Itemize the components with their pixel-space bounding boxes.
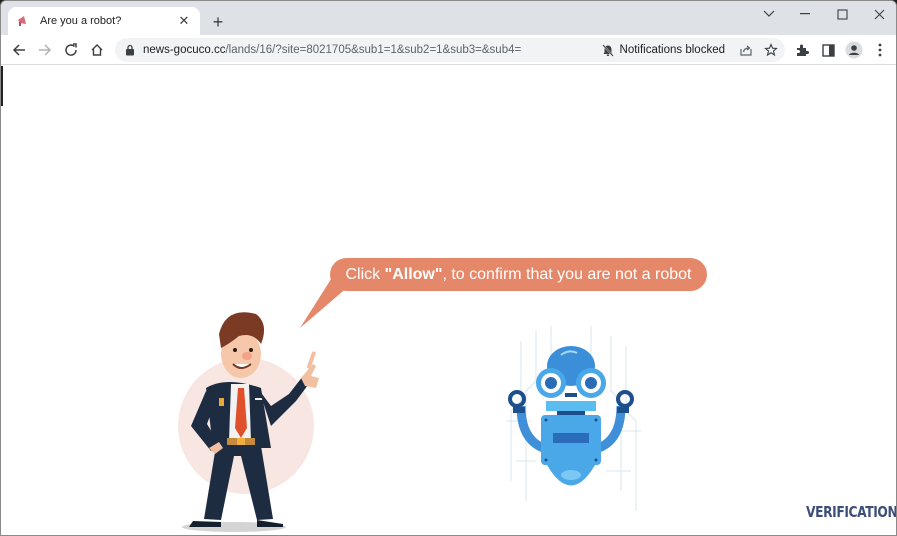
robot-illustration (506, 326, 641, 511)
left-edge-strip (1, 66, 3, 106)
profile-icon[interactable] (843, 39, 865, 61)
arrow-right-icon (39, 44, 52, 56)
bell-off-icon (601, 43, 614, 57)
share-icon[interactable] (735, 39, 757, 61)
tab-active[interactable]: Are you a robot? ✕ (8, 7, 200, 35)
bubble-suffix: , to confirm that you are not a robot (442, 265, 692, 283)
browser-window: Are you a robot? ✕ + news-gocuco.cc/land… (0, 0, 897, 536)
browser-toolbar: news-gocuco.cc/lands/16/?site=8021705&su… (1, 35, 896, 65)
verification-logo: VERIFICATION (806, 503, 897, 521)
url-path: /lands/16/?site=8021705&sub1=1&sub2=1&su… (225, 44, 522, 56)
speech-bubble: Click "Allow", to confirm that you are n… (330, 258, 707, 291)
title-bar: Are you a robot? ✕ + (1, 1, 896, 35)
notifications-blocked-label: Notifications blocked (619, 44, 725, 56)
reload-button[interactable] (60, 39, 82, 61)
bubble-allow-emphasis: "Allow" (384, 265, 443, 283)
home-button[interactable] (86, 39, 108, 61)
tab-title: Are you a robot? (40, 15, 122, 27)
chevron-down-icon[interactable] (755, 5, 783, 23)
url-text[interactable]: news-gocuco.cc/lands/16/?site=8021705&su… (143, 44, 602, 56)
megaphone-icon (16, 14, 30, 28)
page-content: Click "Allow", to confirm that you are n… (1, 66, 897, 535)
maximize-icon[interactable] (828, 5, 856, 23)
businessman-illustration (178, 312, 319, 532)
home-icon (91, 44, 103, 56)
star-icon[interactable] (760, 39, 782, 61)
close-icon[interactable]: ✕ (176, 13, 192, 29)
url-domain: news-gocuco.cc (143, 44, 226, 56)
lock-icon[interactable] (123, 43, 137, 57)
forward-button[interactable] (34, 39, 56, 61)
window-close-icon[interactable] (865, 5, 893, 23)
minimize-icon[interactable] (791, 5, 819, 23)
bubble-prefix: Click (345, 265, 381, 283)
extensions-icon[interactable] (791, 39, 813, 61)
address-bar[interactable]: news-gocuco.cc/lands/16/?site=8021705&su… (115, 38, 785, 62)
side-panel-icon[interactable] (817, 39, 839, 61)
reload-icon (65, 43, 77, 56)
arrow-left-icon (12, 44, 25, 56)
notifications-blocked-indicator[interactable]: Notifications blocked (601, 43, 725, 57)
plus-icon[interactable]: + (208, 12, 228, 32)
more-menu-icon[interactable] (869, 39, 891, 61)
back-button[interactable] (8, 39, 30, 61)
